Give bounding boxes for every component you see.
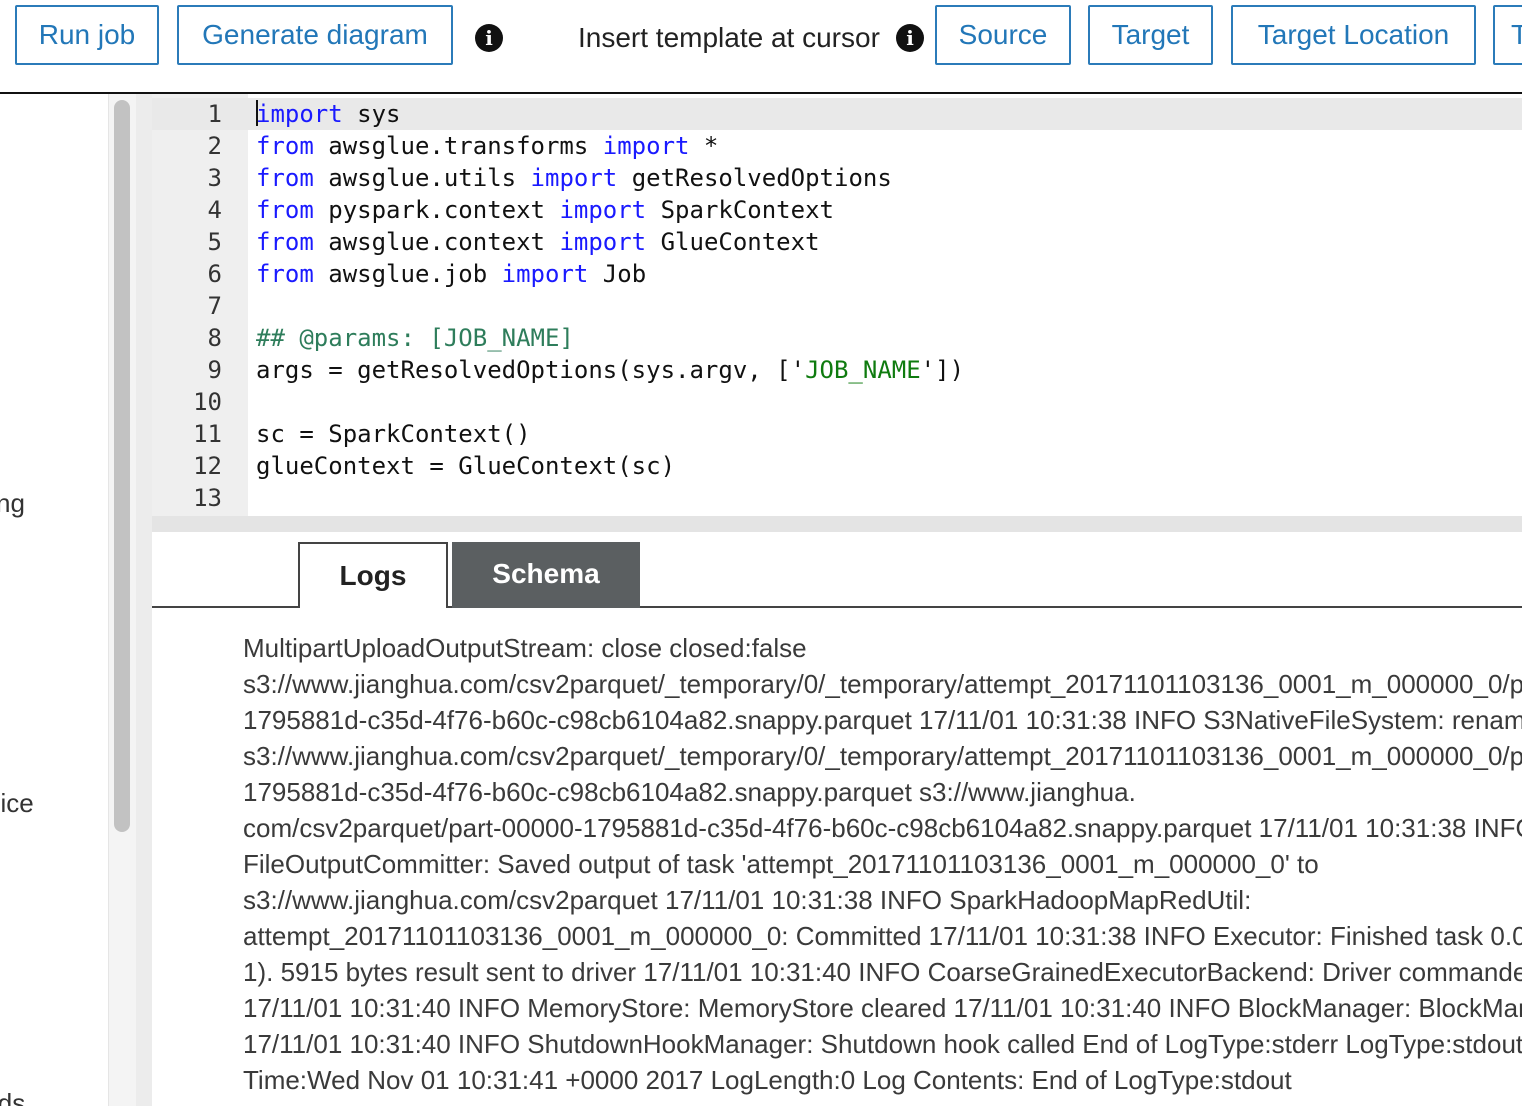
- line-number: 2: [207, 132, 222, 160]
- log-line: 17/11/01 10:31:40 INFO ShutdownHookManag…: [243, 1029, 1522, 1059]
- code-text[interactable]: args = getResolvedOptions(sys.argv, ['JO…: [256, 354, 964, 386]
- code-token: glueContext = GlueContext(sc): [256, 452, 676, 480]
- code-line[interactable]: 7: [152, 290, 1522, 322]
- code-token: sys: [342, 100, 401, 128]
- log-line: 17/11/01 10:31:40 INFO MemoryStore: Memo…: [243, 993, 1522, 1023]
- logs-panel[interactable]: MultipartUploadOutputStream: close close…: [152, 608, 1522, 1106]
- code-token: awsglue.transforms: [313, 132, 603, 160]
- code-token: pyspark.context: [313, 196, 560, 224]
- nav-item-fragment[interactable]: lds: [0, 1088, 25, 1106]
- line-number: 9: [207, 356, 222, 384]
- line-number: 1: [207, 100, 222, 128]
- info-icon[interactable]: i: [475, 24, 503, 52]
- code-token: sc = SparkContext(): [256, 420, 531, 448]
- code-line[interactable]: 2 from awsglue.transforms import *: [152, 130, 1522, 162]
- line-number: 10: [193, 388, 222, 416]
- vertical-scrollbar-thumb[interactable]: [114, 100, 130, 832]
- nav-item-fragment[interactable]: ng: [0, 488, 25, 519]
- code-token: GlueContext: [646, 228, 820, 256]
- code-text[interactable]: from awsglue.context import GlueContext: [256, 226, 820, 258]
- code-token: awsglue.utils: [313, 164, 531, 192]
- code-line[interactable]: 10: [152, 386, 1522, 418]
- code-token: ## @params: [JOB_NAME]: [256, 324, 574, 352]
- code-token: SparkContext: [646, 196, 834, 224]
- run-job-button[interactable]: Run job: [15, 5, 159, 65]
- code-line[interactable]: 4 from pyspark.context import SparkContex…: [152, 194, 1522, 226]
- code-line[interactable]: 8 ## @params: [JOB_NAME]: [152, 322, 1522, 354]
- script-code-editor[interactable]: 1 import sys 2 from awsglue.transforms impo…: [152, 94, 1522, 516]
- generate-diagram-button[interactable]: Generate diagram: [177, 5, 453, 65]
- log-line: 1795881d-c35d-4f76-b60c-c98cb6104a82.sna…: [243, 777, 1136, 807]
- code-line[interactable]: 5 from awsglue.context import GlueContext: [152, 226, 1522, 258]
- log-line: com/csv2parquet/part-00000-1795881d-c35d…: [243, 813, 1522, 843]
- pane-separator: [136, 94, 152, 1106]
- code-text[interactable]: glueContext = GlueContext(sc): [256, 450, 675, 482]
- line-number: 5: [207, 228, 222, 256]
- code-token: getResolvedOptions: [617, 164, 892, 192]
- code-text[interactable]: from awsglue.job import Job: [256, 258, 646, 290]
- log-line: 1795881d-c35d-4f76-b60c-c98cb6104a82.sna…: [243, 705, 1522, 735]
- code-text[interactable]: sc = SparkContext(): [256, 418, 531, 450]
- log-line: s3://www.jianghua.com/csv2parquet/_tempo…: [243, 741, 1522, 771]
- code-token: from: [256, 132, 314, 160]
- line-number: 11: [193, 420, 222, 448]
- code-text[interactable]: import sys: [256, 98, 401, 130]
- code-text[interactable]: from pyspark.context import SparkContext: [256, 194, 834, 226]
- log-line: s3://www.jianghua.com/csv2parquet/_tempo…: [243, 669, 1522, 699]
- line-number: 3: [207, 164, 222, 192]
- nav-item-fragment[interactable]: oice: [0, 788, 34, 819]
- code-token: args = getResolvedOptions(sys.argv, [': [256, 356, 806, 384]
- code-text[interactable]: from awsglue.transforms import *: [256, 130, 718, 162]
- code-token: awsglue.context: [313, 228, 560, 256]
- code-line[interactable]: 9 args = getResolvedOptions(sys.argv, ['J…: [152, 354, 1522, 386]
- line-number: 12: [193, 452, 222, 480]
- line-number: 7: [207, 292, 222, 320]
- code-text[interactable]: ## @params: [JOB_NAME]: [256, 322, 574, 354]
- code-token: from: [256, 260, 314, 288]
- code-token: from: [256, 164, 314, 192]
- line-number: 4: [207, 196, 222, 224]
- transform-button-partial[interactable]: T: [1493, 5, 1522, 65]
- code-line[interactable]: 3 from awsglue.utils import getResolvedOp…: [152, 162, 1522, 194]
- target-location-button[interactable]: Target Location: [1231, 5, 1476, 65]
- tab-schema[interactable]: Schema: [452, 542, 640, 608]
- code-token: JOB_NAME: [805, 356, 921, 384]
- left-navigation-panel: ng oice lds: [0, 94, 108, 1106]
- log-line: MultipartUploadOutputStream: close close…: [243, 633, 807, 663]
- log-line: s3://www.jianghua.com/csv2parquet 17/11/…: [243, 885, 1252, 915]
- code-token: import: [559, 196, 647, 224]
- toolbar: Run job Generate diagram i Insert templa…: [0, 0, 1522, 92]
- code-token: import: [530, 164, 618, 192]
- code-token: import: [501, 260, 589, 288]
- code-token: awsglue.job: [313, 260, 502, 288]
- log-line: attempt_20171101103136_0001_m_000000_0: …: [243, 921, 1522, 951]
- log-line: FileOutputCommitter: Saved output of tas…: [243, 849, 1319, 879]
- code-token: import: [559, 228, 647, 256]
- code-token: import: [256, 100, 343, 128]
- code-token: *: [689, 132, 719, 160]
- code-token: import: [602, 132, 690, 160]
- code-token: from: [256, 228, 314, 256]
- target-button[interactable]: Target: [1088, 5, 1213, 65]
- log-line: Time:Wed Nov 01 10:31:41 +0000 2017 LogL…: [243, 1065, 1292, 1095]
- code-line[interactable]: 11 sc = SparkContext(): [152, 418, 1522, 450]
- line-number: 13: [193, 484, 222, 512]
- tab-logs[interactable]: Logs: [298, 542, 448, 608]
- code-line[interactable]: 12 glueContext = GlueContext(sc): [152, 450, 1522, 482]
- code-line[interactable]: 13: [152, 482, 1522, 514]
- code-text[interactable]: from awsglue.utils import getResolvedOpt…: [256, 162, 892, 194]
- editor-resize-handle[interactable]: [152, 516, 1522, 532]
- code-token: ']): [920, 356, 965, 384]
- code-token: Job: [588, 260, 647, 288]
- code-token: from: [256, 196, 314, 224]
- insert-template-label: Insert template at cursor: [578, 22, 880, 53]
- code-line[interactable]: 1 import sys: [152, 98, 1522, 130]
- line-number: 6: [207, 260, 222, 288]
- code-line[interactable]: 6 from awsglue.job import Job: [152, 258, 1522, 290]
- line-number: 8: [207, 324, 222, 352]
- log-line: 1). 5915 bytes result sent to driver 17/…: [243, 957, 1522, 987]
- source-button[interactable]: Source: [935, 5, 1071, 65]
- insert-template-info-icon[interactable]: i: [896, 24, 924, 52]
